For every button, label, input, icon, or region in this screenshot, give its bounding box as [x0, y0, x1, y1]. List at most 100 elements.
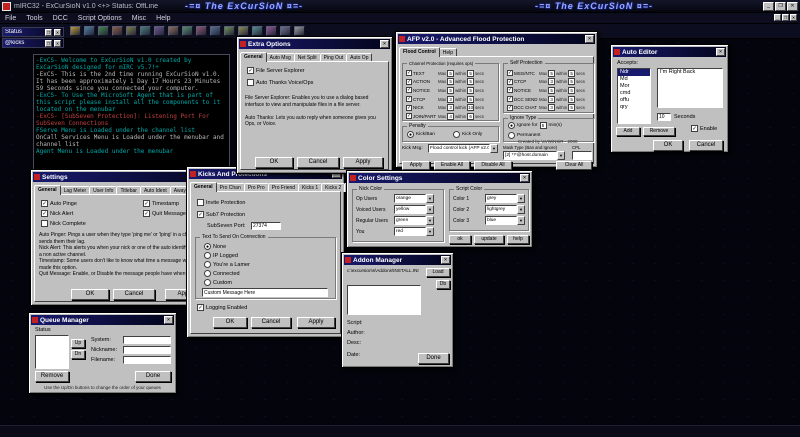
- color-dropdown[interactable]: green▼: [394, 216, 434, 225]
- max-field[interactable]: 5: [447, 87, 454, 94]
- accepts-listbox[interactable]: NdrMdMorcmdoffuqry: [617, 68, 651, 124]
- invite-protection-checkbox[interactable]: Invite Protection: [197, 199, 245, 206]
- menu-script-options[interactable]: Script Options: [78, 15, 122, 22]
- within-field[interactable]: 5: [467, 96, 474, 103]
- cancel-button[interactable]: Cancel: [689, 140, 723, 151]
- afp-dialog-titlebar[interactable]: AFP v2.0 - Advanced Flood Protection ✕: [398, 34, 595, 44]
- max-field[interactable]: 5: [548, 87, 555, 94]
- seconds-field[interactable]: 10: [657, 113, 671, 121]
- within-field[interactable]: 5: [467, 78, 474, 85]
- done-button[interactable]: Done: [418, 353, 449, 364]
- ok-button[interactable]: ok: [449, 235, 471, 244]
- list-item[interactable]: offu: [618, 97, 650, 104]
- auto-pinge-checkbox[interactable]: ✓ Auto Pinge: [41, 200, 77, 207]
- mdi-restore-button[interactable]: ❐: [782, 14, 789, 21]
- minimized-window-status[interactable]: Status ❐ ✕: [2, 27, 64, 37]
- taskbar[interactable]: [0, 425, 800, 437]
- custom-message-field[interactable]: Custom Message Here: [202, 288, 328, 297]
- load-button[interactable]: Load: [426, 268, 450, 277]
- clear-all-button[interactable]: Clear All: [556, 161, 592, 170]
- font-icon[interactable]: [238, 26, 249, 36]
- done-button[interactable]: Done: [135, 371, 171, 382]
- list-item[interactable]: qry: [618, 104, 650, 111]
- apply-button[interactable]: Apply: [402, 161, 430, 170]
- within-field[interactable]: 6: [467, 113, 474, 120]
- nick-alert-checkbox[interactable]: ✓ Nick Alert: [41, 210, 73, 217]
- quit-message-checkbox[interactable]: ✓ Quit Message: [143, 210, 186, 217]
- queue-listbox[interactable]: [35, 335, 69, 369]
- dn-button[interactable]: Dn: [71, 350, 85, 359]
- addon-manager-titlebar[interactable]: Addon Manager ✕: [344, 255, 451, 265]
- apply-button[interactable]: Apply: [343, 157, 383, 168]
- send-file-icon[interactable]: [126, 26, 137, 36]
- max-field[interactable]: 5: [447, 70, 454, 77]
- app-titlebar[interactable]: mIRC32 - ExCurSioN v1.0 <+> Status: OffL…: [0, 0, 800, 13]
- max-field[interactable]: 3: [447, 96, 454, 103]
- update-button[interactable]: update: [474, 235, 504, 244]
- tab-flood-control[interactable]: Flood Control: [399, 47, 440, 57]
- list-item[interactable]: Ndr: [618, 69, 650, 76]
- tab-general[interactable]: General: [190, 182, 217, 192]
- nickname-field[interactable]: [123, 346, 171, 354]
- connect-icon[interactable]: [70, 26, 81, 36]
- radio-option-ip-logged[interactable]: IP Logged: [204, 252, 250, 259]
- radio-option-connected[interactable]: Connected: [204, 270, 250, 277]
- subseven-port-field[interactable]: 27374: [251, 222, 281, 230]
- close-button[interactable]: ✕: [164, 316, 173, 324]
- close-button[interactable]: ✕: [716, 48, 725, 56]
- close-button[interactable]: ✕: [520, 174, 529, 182]
- kick-ban-radio[interactable]: ● Kick/Ban: [407, 131, 435, 138]
- within-field[interactable]: 5: [568, 87, 575, 94]
- kick-only-radio[interactable]: Kick Only: [453, 131, 482, 138]
- extra-dialog-titlebar[interactable]: Extra Options ✕: [239, 39, 390, 49]
- tab-general[interactable]: General: [34, 185, 61, 195]
- notepad-icon[interactable]: [280, 26, 291, 36]
- close-button[interactable]: ✕: [441, 256, 450, 264]
- system-field[interactable]: [123, 336, 171, 344]
- beep-icon[interactable]: [252, 26, 263, 36]
- timestamp-icon[interactable]: [224, 26, 235, 36]
- radio-option-you-re-a-lamer[interactable]: You're a Lamer: [204, 261, 250, 268]
- ignore-for-radio[interactable]: ● Ignore for 5 min(s): [508, 122, 562, 129]
- enable-all-button[interactable]: Enable All: [434, 161, 470, 170]
- close-button[interactable]: ✕: [585, 35, 594, 43]
- cancel-button[interactable]: Cancel: [297, 157, 339, 168]
- restore-icon[interactable]: ❐: [45, 40, 52, 47]
- url-list-icon[interactable]: [182, 26, 193, 36]
- radio-option-custom[interactable]: Custom: [204, 279, 250, 286]
- within-field[interactable]: 5: [467, 70, 474, 77]
- file-server-explorer-checkbox[interactable]: ✓ File Server Explorer: [247, 67, 305, 74]
- within-field[interactable]: 5: [467, 87, 474, 94]
- permanent-radio[interactable]: Permanent: [508, 132, 540, 139]
- get-file-icon[interactable]: [140, 26, 151, 36]
- color-settings-titlebar[interactable]: Color Settings ✕: [349, 173, 530, 183]
- checkbox[interactable]: ✓: [507, 70, 513, 76]
- cancel-button[interactable]: Cancel: [113, 289, 155, 300]
- address-book-icon[interactable]: [210, 26, 221, 36]
- logging-enabled-checkbox[interactable]: ✓ Logging Enabled: [197, 304, 247, 311]
- checkbox[interactable]: ✓: [507, 79, 513, 85]
- list-item[interactable]: Md: [618, 76, 650, 83]
- mdi-close-button[interactable]: ✕: [790, 14, 797, 21]
- checkbox[interactable]: ✓: [507, 87, 513, 93]
- mdi-minimize-button[interactable]: _: [774, 14, 781, 21]
- list-item[interactable]: cmd: [618, 90, 650, 97]
- menu-misc[interactable]: Misc: [132, 15, 146, 22]
- script-editor-icon[interactable]: [266, 26, 277, 36]
- max-field[interactable]: 3: [548, 96, 555, 103]
- max-field[interactable]: 5: [447, 78, 454, 85]
- checkbox[interactable]: ✓: [406, 79, 412, 85]
- checkbox[interactable]: ✓: [507, 96, 513, 102]
- addon-listbox[interactable]: [347, 285, 421, 315]
- chat-icon[interactable]: [154, 26, 165, 36]
- mask-type-dropdown[interactable]: [2] *!*@host.domain ▼: [503, 151, 565, 160]
- within-field[interactable]: 5: [568, 104, 575, 111]
- sub7-protection-checkbox[interactable]: ✓ Sub7 Protection: [197, 211, 245, 218]
- kick-msg-dropdown[interactable]: Flood control kick (AFP v2.0) ▼: [428, 144, 498, 153]
- help-button[interactable]: help: [507, 235, 529, 244]
- remove-button[interactable]: Remove: [643, 127, 675, 136]
- max-field[interactable]: 3: [548, 104, 555, 111]
- close-icon[interactable]: ✕: [54, 29, 61, 36]
- filename-field[interactable]: [123, 356, 171, 364]
- ok-button[interactable]: OK: [213, 317, 247, 328]
